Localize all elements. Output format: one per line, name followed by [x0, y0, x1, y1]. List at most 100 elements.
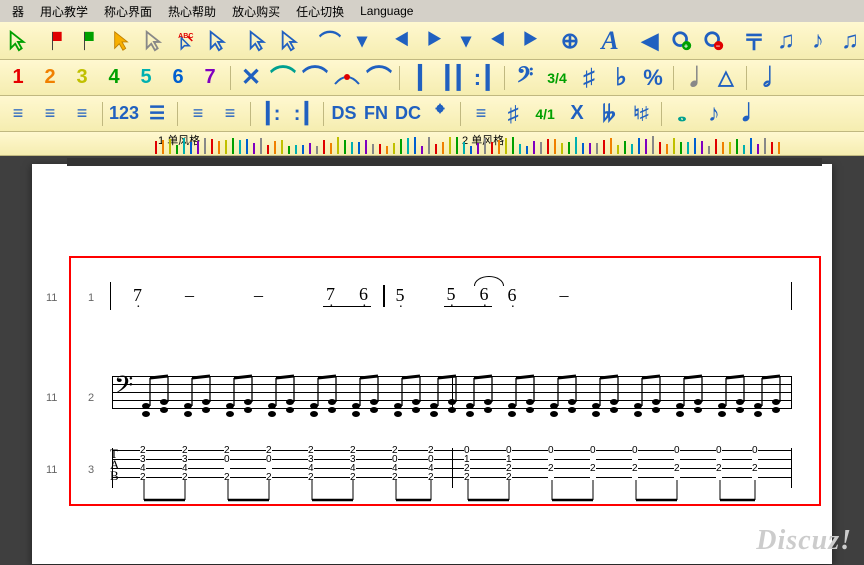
- dropdown-icon[interactable]: ▾: [348, 27, 376, 55]
- bass-staff[interactable]: 𝄢: [112, 376, 792, 416]
- tab-column[interactable]: 0122: [464, 446, 470, 482]
- tab-column[interactable]: 0 2: [752, 446, 758, 482]
- whole-note-icon[interactable]: 𝅝: [668, 100, 696, 128]
- percent-icon[interactable]: %: [639, 64, 667, 92]
- tab-column[interactable]: 0 2: [632, 446, 638, 482]
- quarter-note-icon[interactable]: 𝅘𝅥: [680, 64, 708, 92]
- triangle-icon[interactable]: △: [712, 64, 740, 92]
- flag-note-icon[interactable]: ♪: [700, 100, 728, 128]
- tab-column[interactable]: 20 2: [224, 446, 230, 482]
- lines5-icon[interactable]: ≡: [184, 100, 212, 128]
- menu-item[interactable]: 放心购买: [224, 1, 288, 22]
- note2-icon[interactable]: ♪: [804, 27, 832, 55]
- dropdown2-icon[interactable]: ▾: [452, 27, 480, 55]
- tab-column[interactable]: 2342: [182, 446, 188, 482]
- timesig-button[interactable]: 3/4: [543, 64, 571, 92]
- cursor-blue-icon[interactable]: [204, 27, 232, 55]
- target-icon[interactable]: ⊕: [556, 27, 584, 55]
- repeat-end-icon[interactable]: :┃: [289, 100, 317, 128]
- barline1-icon[interactable]: ┃: [406, 64, 434, 92]
- cursor-green-icon[interactable]: [4, 27, 32, 55]
- half-note-icon[interactable]: 𝅗𝅥: [753, 64, 781, 92]
- slur-red-icon[interactable]: [333, 64, 361, 92]
- jianpu-6-button[interactable]: 6: [164, 64, 192, 92]
- jianpu-note[interactable]: 7: [133, 285, 142, 306]
- menu-item[interactable]: 称心界面: [96, 1, 160, 22]
- menu-item[interactable]: 器: [4, 1, 32, 22]
- cursor-abc-icon[interactable]: ABC: [172, 27, 200, 55]
- bass-clef-icon[interactable]: 𝄢: [511, 64, 539, 92]
- jianpu-note[interactable]: 6: [508, 285, 517, 306]
- repeat-start-icon[interactable]: ┃:: [257, 100, 285, 128]
- menu-item[interactable]: 热心帮助: [160, 1, 224, 22]
- diamond-left-icon[interactable]: ◀: [636, 27, 664, 55]
- text-a-icon[interactable]: A: [596, 27, 624, 55]
- jianpu-note[interactable]: 5: [396, 285, 405, 306]
- cursor-gray-icon[interactable]: [140, 27, 168, 55]
- note3-icon[interactable]: ♫: [836, 27, 864, 55]
- tab-column[interactable]: 2342: [140, 446, 146, 482]
- tab-column[interactable]: 2342: [350, 446, 356, 482]
- num123-button[interactable]: 123: [109, 100, 139, 128]
- x-icon[interactable]: ✕: [237, 64, 265, 92]
- tab-column[interactable]: 0 2: [548, 446, 554, 482]
- jianpu-3-button[interactable]: 3: [68, 64, 96, 92]
- ds-button[interactable]: DS: [330, 100, 358, 128]
- slur2-icon[interactable]: ⌒: [301, 64, 329, 92]
- lines6-icon[interactable]: ≡: [216, 100, 244, 128]
- bracket-icon[interactable]: 〒: [740, 27, 768, 55]
- slur1-icon[interactable]: ⌒: [269, 64, 297, 92]
- barline2-icon[interactable]: ┃┃: [438, 64, 466, 92]
- x-button[interactable]: X: [563, 100, 591, 128]
- cursor-orange-icon[interactable]: [108, 27, 136, 55]
- sharp-icon[interactable]: ♯: [575, 64, 603, 92]
- barline-end-icon[interactable]: :┃: [470, 64, 498, 92]
- note1-icon[interactable]: ♫: [772, 27, 800, 55]
- lines2-icon[interactable]: ≡: [36, 100, 64, 128]
- natsharp-icon[interactable]: ♮♯: [627, 100, 655, 128]
- lines7-icon[interactable]: ≡: [467, 100, 495, 128]
- tab-column[interactable]: 0 2: [674, 446, 680, 482]
- menu-item[interactable]: 任心切换: [288, 1, 352, 22]
- flat-icon[interactable]: ♭: [607, 64, 635, 92]
- jianpu-5-button[interactable]: 5: [132, 64, 160, 92]
- jianpu-note[interactable]: 6: [480, 284, 489, 305]
- workspace[interactable]: 11 11 11 1 2 3 7 – – 7 6 5 5 6 6 –: [0, 156, 864, 565]
- lines4-icon[interactable]: ☰: [143, 100, 171, 128]
- jianpu-1-button[interactable]: 1: [4, 64, 32, 92]
- slur3-icon[interactable]: ⌒: [365, 64, 393, 92]
- flag-red-icon[interactable]: [44, 27, 72, 55]
- arrow-right-icon[interactable]: ⯈: [420, 27, 448, 55]
- menu-item[interactable]: 用心教学: [32, 1, 96, 22]
- menu-item[interactable]: Language: [352, 2, 421, 20]
- dc-button[interactable]: DC: [394, 100, 422, 128]
- jianpu-note[interactable]: 6: [359, 284, 368, 305]
- sharp2-icon[interactable]: ♯: [499, 100, 527, 128]
- jianpu-note[interactable]: 7: [326, 284, 335, 305]
- node-add-icon[interactable]: +: [668, 27, 696, 55]
- fn-button[interactable]: FN: [362, 100, 390, 128]
- dblflat-icon[interactable]: 𝄫: [595, 100, 623, 128]
- tab-column[interactable]: 0122: [506, 446, 512, 482]
- quarter2-icon[interactable]: 𝅘𝅥: [732, 100, 760, 128]
- node-remove-icon[interactable]: −: [700, 27, 728, 55]
- arrow-left-icon[interactable]: ⯇: [388, 27, 416, 55]
- tab-column[interactable]: 2042: [428, 446, 434, 482]
- cursor-outline-icon[interactable]: [244, 27, 272, 55]
- jianpu-7-button[interactable]: 7: [196, 64, 224, 92]
- tab-column[interactable]: 2342: [308, 446, 314, 482]
- arrow-left2-icon[interactable]: ⯇: [484, 27, 512, 55]
- jianpu-track[interactable]: 7 – – 7 6 5 5 6 6 –: [130, 284, 810, 307]
- coda-icon[interactable]: 𝄌: [426, 100, 454, 128]
- fraction-button[interactable]: 4/1: [531, 100, 559, 128]
- jianpu-2-button[interactable]: 2: [36, 64, 64, 92]
- jianpu-4-button[interactable]: 4: [100, 64, 128, 92]
- jianpu-note[interactable]: 5: [447, 284, 456, 305]
- tab-column[interactable]: 0 2: [716, 446, 722, 482]
- tab-column[interactable]: 20 2: [266, 446, 272, 482]
- fermata-icon[interactable]: ⌒: [316, 27, 344, 55]
- flag-green-icon[interactable]: [76, 27, 104, 55]
- cursor-outline2-icon[interactable]: [276, 27, 304, 55]
- tab-column[interactable]: 0 2: [590, 446, 596, 482]
- lines1-icon[interactable]: ≡: [4, 100, 32, 128]
